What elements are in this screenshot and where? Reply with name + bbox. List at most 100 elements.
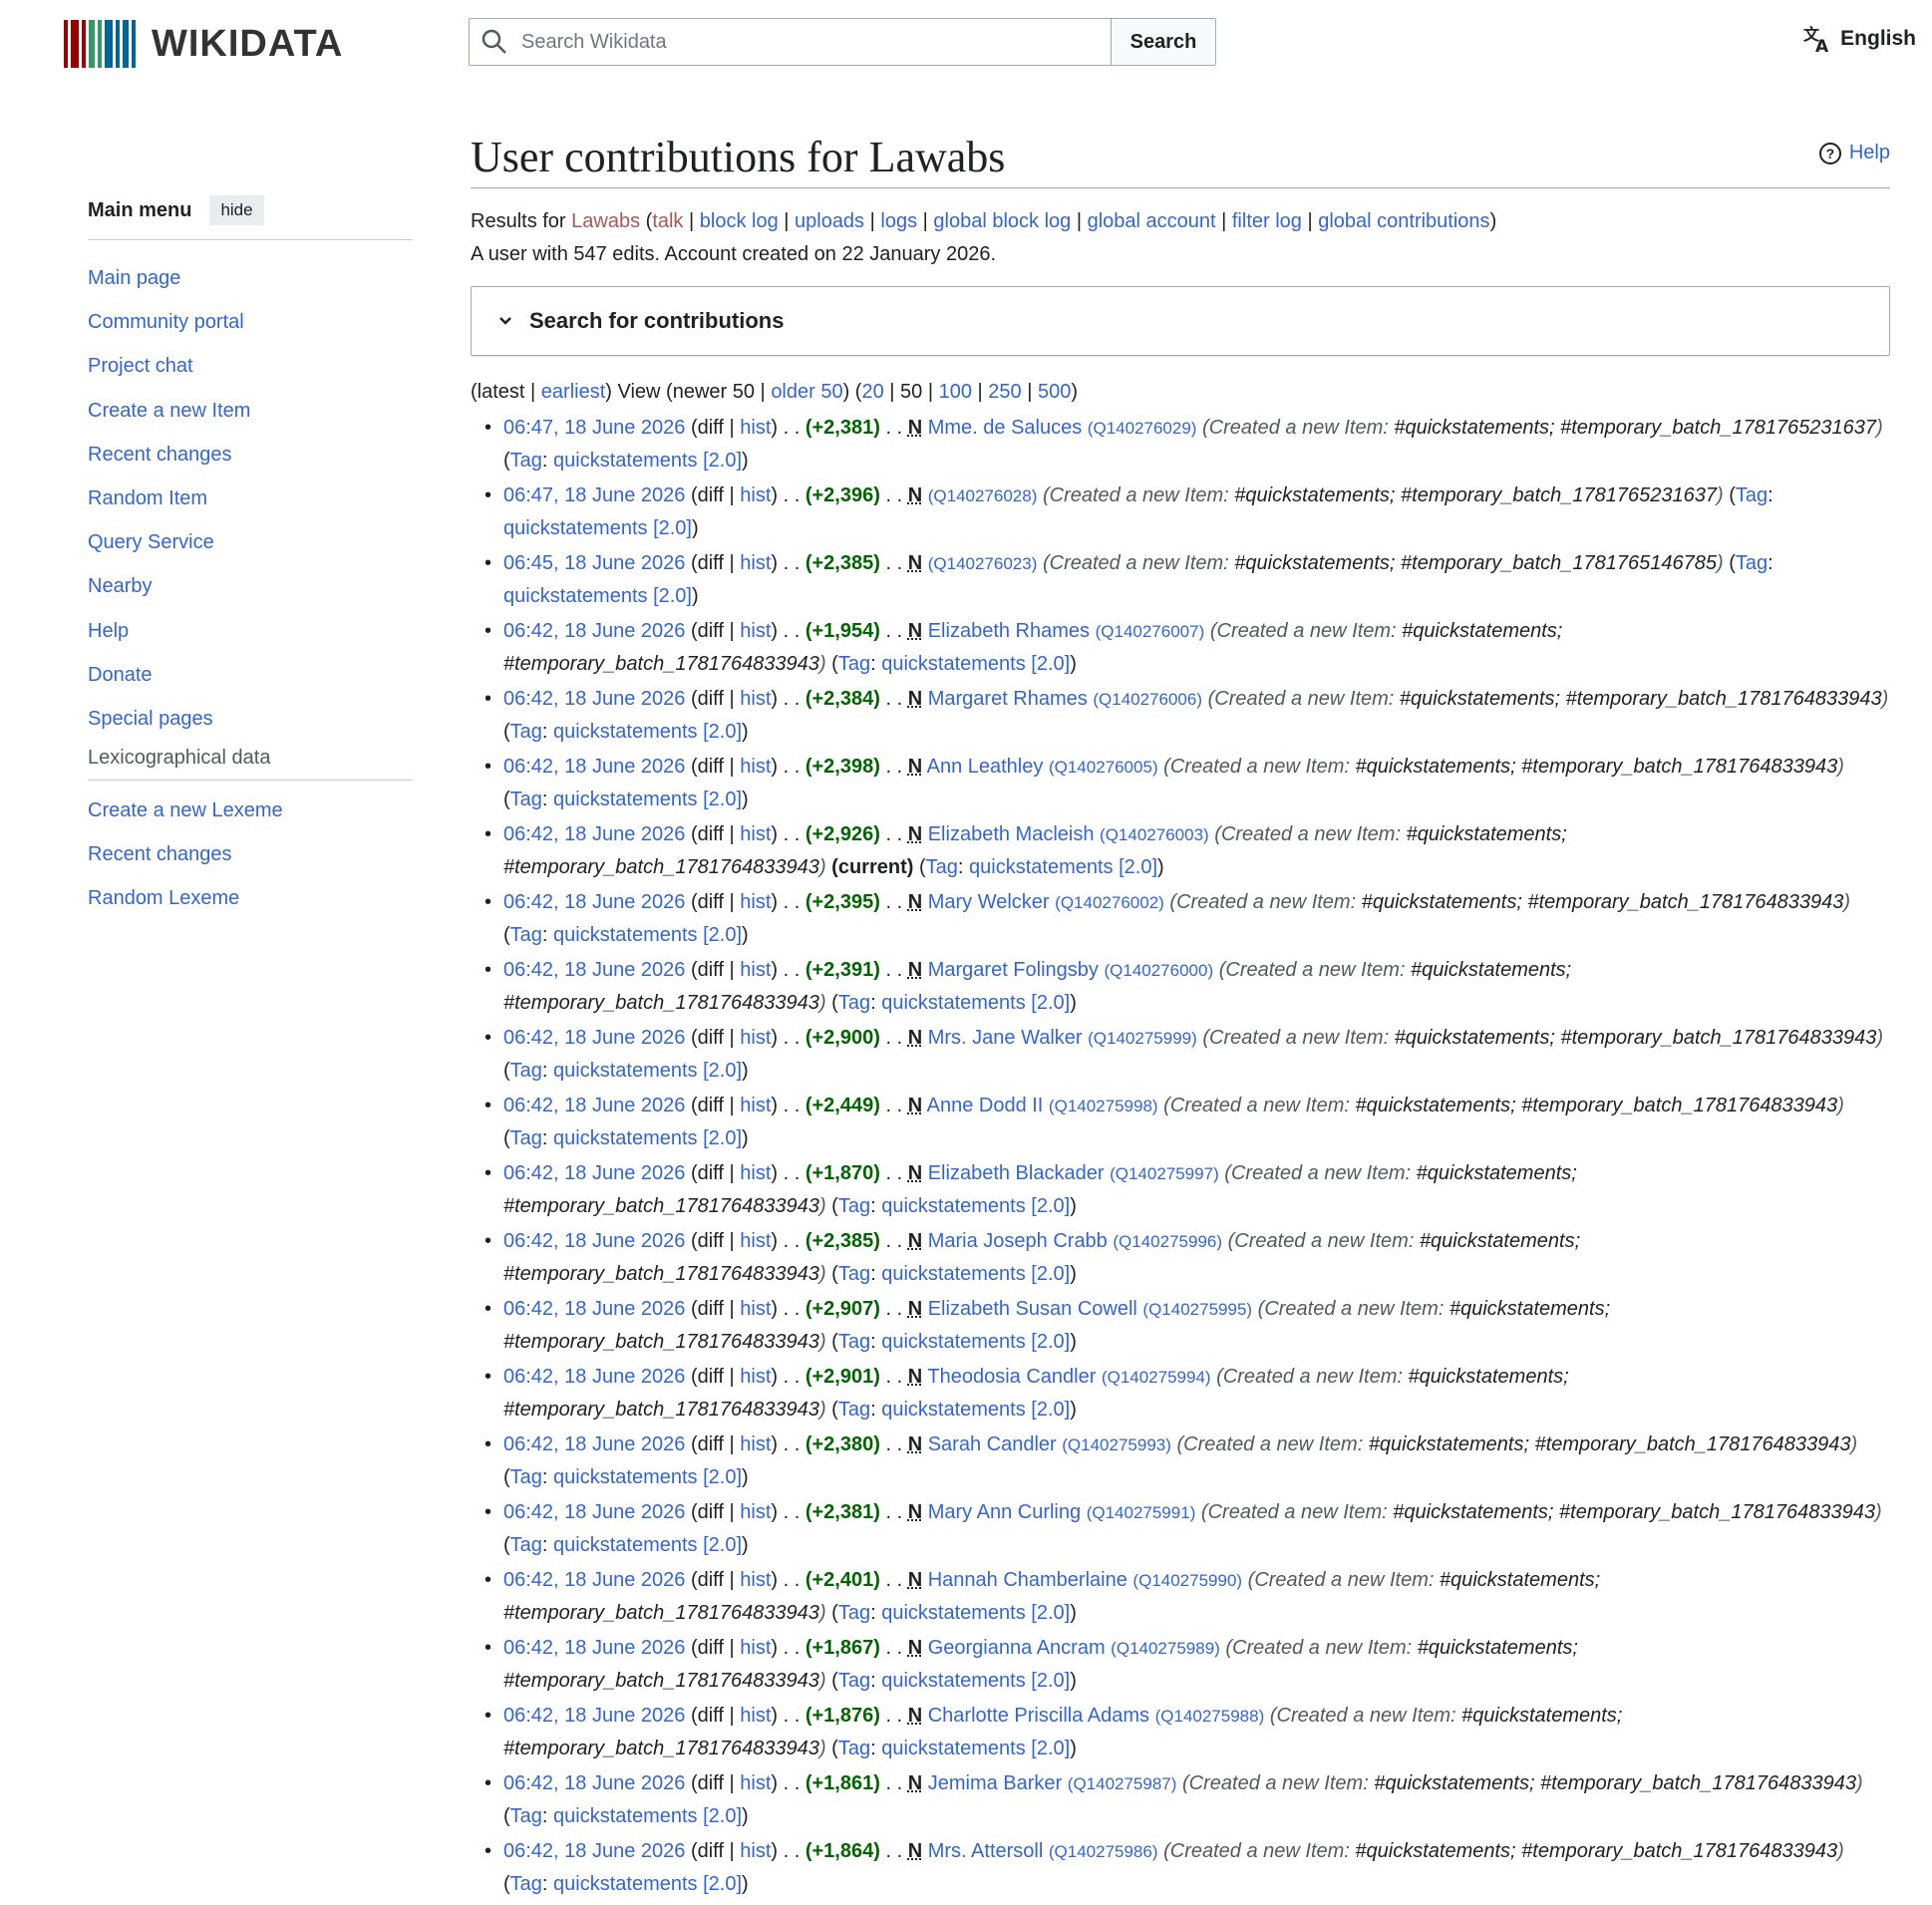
contribution-timestamp[interactable]: 06:42, 18 June 2026 (503, 1637, 685, 1659)
contribution-timestamp[interactable]: 06:47, 18 June 2026 (503, 417, 685, 439)
search-contributions-toggle[interactable]: Search for contributions (471, 286, 1890, 356)
item-label-link[interactable]: Georgianna Ancram (928, 1637, 1106, 1659)
tag-link[interactable]: quickstatements [2.0] (881, 992, 1070, 1014)
tag-prefix-link[interactable]: Tag (510, 789, 542, 810)
hist-link[interactable]: hist (740, 688, 771, 710)
tag-prefix-link[interactable]: Tag (838, 1263, 870, 1285)
tag-link[interactable]: quickstatements [2.0] (881, 1263, 1070, 1285)
item-label-link[interactable]: Margaret Folingsby (928, 959, 1099, 981)
tag-link[interactable]: quickstatements [2.0] (553, 789, 742, 810)
tag-link[interactable]: quickstatements [2.0] (553, 1534, 742, 1556)
item-label-link[interactable]: Elizabeth Susan Cowell (928, 1298, 1137, 1320)
user-tool-link[interactable]: global account (1088, 210, 1216, 232)
user-tool-link[interactable]: filter log (1232, 210, 1302, 232)
hist-link[interactable]: hist (740, 1501, 771, 1523)
item-id-link[interactable]: (Q140275991) (1087, 1503, 1196, 1522)
contribution-timestamp[interactable]: 06:42, 18 June 2026 (503, 1705, 685, 1727)
tag-prefix-link[interactable]: Tag (838, 1195, 870, 1217)
item-label-link[interactable]: Elizabeth Blackader (928, 1162, 1105, 1184)
item-id-link[interactable]: (Q140275998) (1049, 1097, 1158, 1115)
user-tool-link[interactable]: global contributions (1318, 210, 1489, 232)
item-label-link[interactable]: Mme. de Saluces (928, 417, 1083, 439)
item-id-link[interactable]: (Q140275994) (1102, 1368, 1211, 1387)
pager-limit[interactable]: 250 (988, 381, 1021, 403)
hide-menu-button[interactable]: hide (209, 195, 264, 225)
contribution-timestamp[interactable]: 06:42, 18 June 2026 (503, 891, 685, 913)
hist-link[interactable]: hist (740, 823, 771, 845)
tag-link[interactable]: quickstatements [2.0] (553, 721, 742, 743)
tag-link[interactable]: quickstatements [2.0] (881, 653, 1070, 675)
tag-prefix-link[interactable]: Tag (510, 1060, 542, 1082)
language-selector[interactable]: 文 A English (1802, 24, 1916, 54)
item-id-link[interactable]: (Q140276023) (928, 554, 1038, 573)
search-button[interactable]: Search (1111, 19, 1215, 65)
item-id-link[interactable]: (Q140275988) (1155, 1707, 1265, 1726)
sidebar-item-link[interactable]: Random Item (88, 487, 207, 509)
item-label-link[interactable]: Elizabeth Macleish (928, 823, 1095, 845)
sidebar-item-link[interactable]: Special pages (88, 708, 213, 730)
sidebar-item-link[interactable]: Main page (88, 267, 180, 289)
item-id-link[interactable]: (Q140276002) (1055, 893, 1164, 912)
tag-prefix-link[interactable]: Tag (1736, 552, 1768, 574)
tag-prefix-link[interactable]: Tag (838, 1602, 870, 1624)
hist-link[interactable]: hist (740, 1298, 771, 1320)
sidebar-item-link[interactable]: Nearby (88, 575, 152, 597)
contribution-timestamp[interactable]: 06:42, 18 June 2026 (503, 620, 685, 642)
user-tool-link[interactable]: block log (700, 210, 779, 232)
item-label-link[interactable]: Hannah Chamberlaine (928, 1569, 1127, 1591)
contribution-timestamp[interactable]: 06:42, 18 June 2026 (503, 1569, 685, 1591)
item-id-link[interactable]: (Q140276005) (1049, 758, 1158, 777)
tag-link[interactable]: quickstatements [2.0] (553, 1060, 742, 1082)
contribution-timestamp[interactable]: 06:42, 18 June 2026 (503, 1095, 685, 1116)
tag-link[interactable]: quickstatements [2.0] (881, 1399, 1070, 1421)
hist-link[interactable]: hist (740, 1840, 771, 1862)
item-id-link[interactable]: (Q140276006) (1093, 690, 1202, 709)
item-id-link[interactable]: (Q140275990) (1132, 1571, 1242, 1590)
pager-older[interactable]: older 50 (771, 381, 842, 403)
item-id-link[interactable]: (Q140276007) (1096, 622, 1205, 641)
tag-prefix-link[interactable]: Tag (838, 1331, 870, 1353)
item-id-link[interactable]: (Q140275993) (1062, 1435, 1171, 1454)
tag-prefix-link[interactable]: Tag (1736, 484, 1768, 506)
item-label-link[interactable]: Mary Ann Curling (928, 1501, 1081, 1523)
tag-prefix-link[interactable]: Tag (510, 721, 542, 743)
sidebar-item-link[interactable]: Recent changes (88, 444, 232, 466)
hist-link[interactable]: hist (740, 1637, 771, 1659)
tag-prefix-link[interactable]: Tag (926, 856, 958, 878)
tag-link[interactable]: quickstatements [2.0] (881, 1738, 1070, 1759)
pager-limit[interactable]: 100 (939, 381, 972, 403)
tag-link[interactable]: quickstatements [2.0] (553, 924, 742, 946)
tag-prefix-link[interactable]: Tag (838, 653, 870, 675)
tag-link[interactable]: quickstatements [2.0] (881, 1331, 1070, 1353)
sidebar-item-link[interactable]: Query Service (88, 531, 214, 553)
tag-link[interactable]: quickstatements [2.0] (553, 1127, 742, 1149)
tag-link[interactable]: quickstatements [2.0] (881, 1670, 1070, 1692)
hist-link[interactable]: hist (740, 620, 771, 642)
user-tool-link[interactable]: global block log (933, 210, 1071, 232)
item-id-link[interactable]: (Q140275999) (1088, 1029, 1197, 1048)
tag-prefix-link[interactable]: Tag (510, 1466, 542, 1488)
contribution-timestamp[interactable]: 06:42, 18 June 2026 (503, 1298, 685, 1320)
tag-link[interactable]: quickstatements [2.0] (881, 1602, 1070, 1624)
item-label-link[interactable]: Maria Joseph Crabb (928, 1230, 1108, 1252)
hist-link[interactable]: hist (740, 1230, 771, 1252)
hist-link[interactable]: hist (740, 417, 771, 439)
user-tool-link[interactable]: uploads (795, 210, 864, 232)
tag-prefix-link[interactable]: Tag (838, 1399, 870, 1421)
hist-link[interactable]: hist (740, 1433, 771, 1455)
item-id-link[interactable]: (Q140276003) (1100, 825, 1209, 844)
contribution-timestamp[interactable]: 06:42, 18 June 2026 (503, 823, 685, 845)
contribution-timestamp[interactable]: 06:42, 18 June 2026 (503, 1840, 685, 1862)
search-input[interactable] (519, 29, 1082, 55)
item-label-link[interactable]: Anne Dodd II (927, 1095, 1044, 1116)
contribution-timestamp[interactable]: 06:42, 18 June 2026 (503, 1366, 685, 1388)
hist-link[interactable]: hist (740, 1569, 771, 1591)
user-tool-link[interactable]: logs (880, 210, 917, 232)
tag-prefix-link[interactable]: Tag (510, 450, 542, 472)
hist-link[interactable]: hist (740, 1705, 771, 1727)
tag-prefix-link[interactable]: Tag (510, 1534, 542, 1556)
contribution-timestamp[interactable]: 06:42, 18 June 2026 (503, 1772, 685, 1794)
item-id-link[interactable]: (Q140275997) (1110, 1164, 1219, 1183)
item-label-link[interactable]: Mrs. Attersoll (928, 1840, 1044, 1862)
hist-link[interactable]: hist (740, 1772, 771, 1794)
